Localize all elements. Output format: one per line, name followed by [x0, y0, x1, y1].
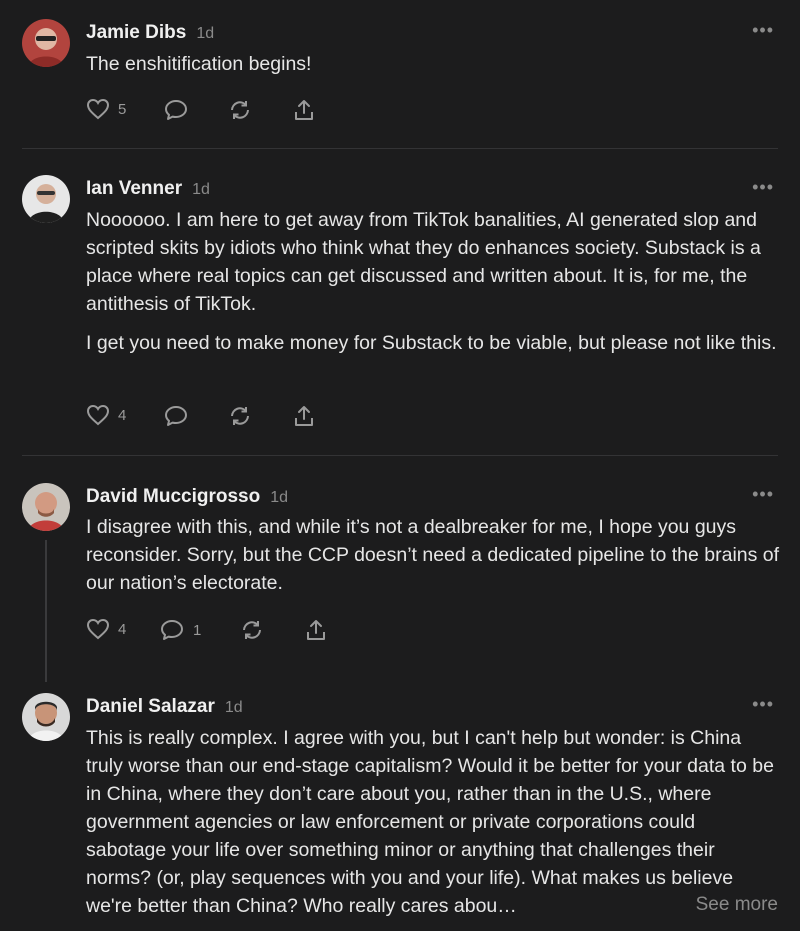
see-more-link[interactable]: See more: [696, 894, 778, 916]
comment-body: This is really complex. I agree with you…: [86, 724, 780, 931]
share-icon: [295, 100, 313, 120]
comment-bubble-icon: [165, 100, 187, 120]
comment: Jamie Dibs 1d ••• The enshitification beg…: [0, 0, 800, 148]
comment-paragraph: This is really complex. I agree with you…: [86, 727, 774, 917]
reply-count: 1: [193, 621, 202, 639]
share-button[interactable]: [292, 98, 316, 122]
comment: Daniel Salazar 1d ••• This is really comp…: [0, 686, 800, 927]
restack-icon: [231, 101, 249, 119]
heart-icon: [86, 98, 110, 120]
avatar[interactable]: [22, 19, 70, 67]
comment: David Muccigrosso 1d ••• I disagree with …: [0, 456, 800, 686]
comment-bubble-icon: [165, 406, 187, 426]
comment-body: The enshitification begins!: [86, 50, 780, 89]
comment-bubble-icon: [161, 620, 183, 640]
author-name[interactable]: Ian Venner 1d: [86, 178, 210, 200]
comment-paragraph: I get you need to make money for Substac…: [86, 332, 777, 354]
comment-paragraph: The enshitification begins!: [86, 53, 312, 75]
timestamp: 1d: [192, 181, 210, 198]
timestamp: 1d: [196, 25, 215, 42]
author-name[interactable]: David Muccigrosso 1d: [86, 486, 288, 508]
more-options-button[interactable]: •••: [752, 20, 774, 41]
like-count: 4: [118, 406, 127, 424]
like-button[interactable]: 5: [86, 98, 126, 120]
restack-button[interactable]: [227, 404, 253, 428]
author-name[interactable]: Jamie Dibs 1d: [86, 22, 214, 44]
reply-button[interactable]: [163, 404, 189, 428]
restack-icon: [231, 407, 249, 425]
more-options-button[interactable]: •••: [752, 484, 774, 505]
avatar[interactable]: [22, 693, 70, 741]
like-button[interactable]: 4: [86, 618, 126, 640]
share-icon: [307, 620, 325, 640]
comment-body: Noooooo. I am here to get away from TikT…: [86, 206, 780, 368]
avatar[interactable]: [22, 175, 70, 223]
more-options-button[interactable]: •••: [752, 177, 774, 198]
share-icon: [295, 406, 313, 426]
like-count: 5: [118, 100, 127, 118]
restack-icon: [243, 621, 261, 639]
share-button[interactable]: [304, 618, 328, 642]
avatar[interactable]: [22, 483, 70, 531]
like-button[interactable]: 4: [86, 404, 126, 426]
restack-button[interactable]: [227, 98, 253, 122]
heart-icon: [86, 404, 110, 426]
reply-button[interactable]: 1: [159, 618, 201, 642]
comment-paragraph: I disagree with this, and while it’s not…: [86, 516, 780, 594]
timestamp: 1d: [270, 489, 289, 506]
comment-paragraph: Noooooo. I am here to get away from TikT…: [86, 209, 761, 315]
like-count: 4: [118, 620, 127, 638]
comment-body: I disagree with this, and while it’s not…: [86, 513, 780, 608]
comment: Ian Venner 1d ••• Noooooo. I am here to g…: [0, 149, 800, 455]
more-options-button[interactable]: •••: [752, 694, 774, 715]
author-name[interactable]: Daniel Salazar 1d: [86, 696, 243, 718]
share-button[interactable]: [292, 404, 316, 428]
heart-icon: [86, 618, 110, 640]
reply-button[interactable]: [163, 98, 189, 122]
timestamp: 1d: [224, 699, 243, 716]
restack-button[interactable]: [239, 618, 265, 642]
